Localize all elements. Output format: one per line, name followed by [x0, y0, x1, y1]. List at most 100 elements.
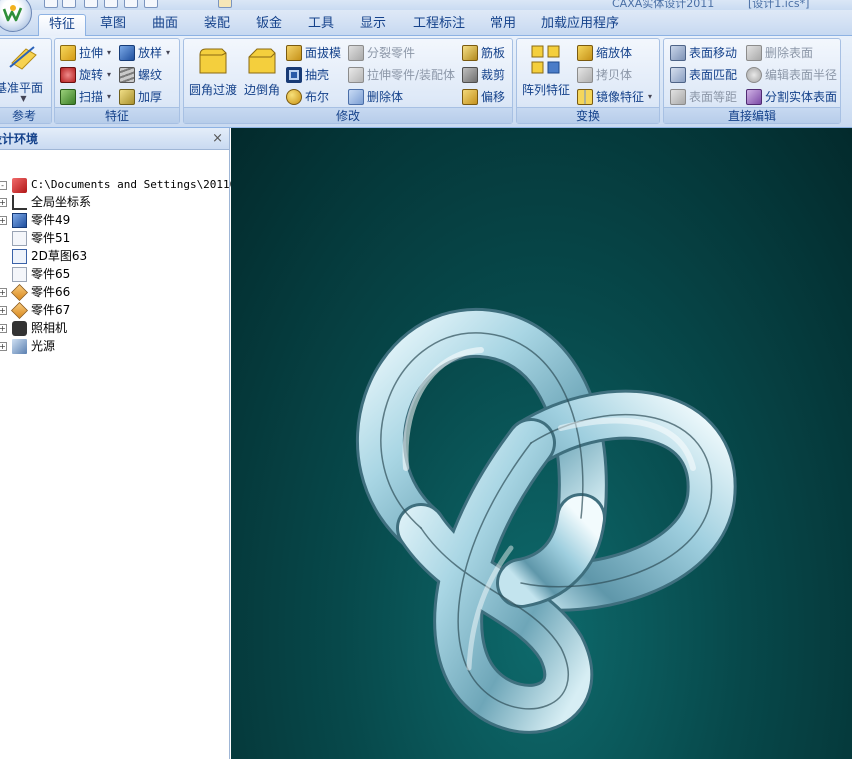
- tree-item[interactable]: 2D草图63: [0, 247, 87, 265]
- equidistant-face-button[interactable]: 表面等距: [670, 87, 737, 107]
- surface-part-icon: [11, 301, 28, 319]
- chamfer-button[interactable]: 边倒角: [240, 43, 284, 98]
- loft-button[interactable]: 放样 ▾: [119, 43, 170, 63]
- expand-icon[interactable]: +: [0, 287, 7, 297]
- tab-assembly[interactable]: 装配: [196, 14, 238, 36]
- mirror-feature-button[interactable]: 镜像特征 ▾: [577, 87, 652, 107]
- tree-item-label: C:\Documents and Settings\20110726': [31, 178, 263, 191]
- design-root-icon: [12, 177, 27, 193]
- close-icon[interactable]: ×: [212, 128, 223, 150]
- match-face-icon: [670, 67, 686, 83]
- tree-item[interactable]: + 照相机: [0, 319, 67, 337]
- shell-button[interactable]: 抽壳: [286, 65, 329, 85]
- scale-body-button[interactable]: 缩放体: [577, 43, 632, 63]
- tab-drawing-annotation[interactable]: 工程标注: [408, 14, 470, 36]
- tab-addins[interactable]: 加载应用程序: [538, 14, 622, 36]
- tree-item[interactable]: + 零件66: [0, 283, 70, 301]
- thread-button[interactable]: 螺纹: [119, 65, 162, 85]
- tab-common[interactable]: 常用: [482, 14, 524, 36]
- redo-icon[interactable]: [144, 0, 158, 8]
- title-bar: CAXA实体设计2011 [设计1.ics*]: [0, 0, 852, 10]
- group-modify: 圆角过渡 边倒角 面拔模 抽壳 布尔 分裂零件 拉伸零件/装配体 删除体 筋板 …: [183, 38, 513, 124]
- tab-tools[interactable]: 工具: [300, 14, 342, 36]
- print-icon[interactable]: [104, 0, 118, 8]
- tree-item[interactable]: - C:\Documents and Settings\20110726': [0, 176, 263, 194]
- expand-icon[interactable]: +: [0, 341, 7, 351]
- tree-item[interactable]: + 零件49: [0, 211, 70, 229]
- copy-body-button[interactable]: 拷贝体: [577, 65, 632, 85]
- tree-item[interactable]: 零件65: [0, 265, 70, 283]
- scale-body-icon: [577, 45, 593, 61]
- datum-plane-button[interactable]: 基准平面 ▼: [0, 41, 49, 103]
- split-solid-face-button[interactable]: 分割实体表面: [746, 87, 837, 107]
- tab-surface[interactable]: 曲面: [144, 14, 186, 36]
- tree-item[interactable]: + 全局坐标系: [0, 193, 91, 211]
- tree-item[interactable]: 零件51: [0, 229, 70, 247]
- fillet-button[interactable]: 圆角过渡: [186, 43, 240, 98]
- group-label-direct-edit: 直接编辑: [664, 107, 840, 123]
- group-transform: 阵列特征 缩放体 拷贝体 镜像特征 ▾ 变换: [516, 38, 660, 124]
- group-feature: 拉伸 ▾ 放样 ▾ 旋转 ▾ 螺纹 扫描 ▾ 加厚 特征: [54, 38, 180, 124]
- edit-face-radius-button[interactable]: 编辑表面半径: [746, 65, 837, 85]
- expand-icon[interactable]: +: [0, 215, 7, 225]
- camera-icon: [12, 320, 27, 336]
- move-face-icon: [670, 45, 686, 61]
- open-file-icon[interactable]: [62, 0, 76, 8]
- tab-display[interactable]: 显示: [352, 14, 394, 36]
- chevron-down-icon: ▾: [107, 48, 112, 57]
- sweep-button[interactable]: 扫描 ▾: [60, 87, 111, 107]
- split-part-button[interactable]: 分裂零件: [348, 43, 415, 63]
- tree-item-label: 零件66: [31, 285, 71, 299]
- quick-access-icon[interactable]: [218, 0, 232, 8]
- rib-button[interactable]: 筋板: [462, 43, 505, 63]
- new-file-icon[interactable]: [44, 0, 58, 8]
- group-direct-edit: 表面移动 表面匹配 表面等距 删除表面 编辑表面半径 分割实体表面 直接编辑: [663, 38, 841, 124]
- chevron-down-icon: ▾: [648, 92, 653, 101]
- expand-icon[interactable]: +: [0, 197, 7, 207]
- tab-feature[interactable]: 特征: [38, 14, 86, 37]
- group-label-transform: 变换: [517, 107, 659, 123]
- trim-icon: [462, 67, 478, 83]
- extrude-button[interactable]: 拉伸 ▾: [60, 43, 111, 63]
- save-icon[interactable]: [84, 0, 98, 8]
- delete-body-button[interactable]: 删除体: [348, 87, 403, 107]
- sketch-2d-icon: [12, 248, 27, 264]
- tree-item[interactable]: + 光源: [0, 337, 55, 355]
- trim-button[interactable]: 裁剪: [462, 65, 505, 85]
- collapse-icon[interactable]: -: [0, 180, 7, 190]
- revolve-button[interactable]: 旋转 ▾: [60, 65, 111, 85]
- tree-item-label: 2D草图63: [31, 249, 88, 263]
- tree-item[interactable]: + 零件67: [0, 301, 70, 319]
- sketch-part-icon: [12, 266, 27, 282]
- thicken-button[interactable]: 加厚: [119, 87, 162, 107]
- draft-face-button[interactable]: 面拔模: [286, 43, 341, 63]
- chevron-down-icon: ▾: [166, 48, 171, 57]
- delete-face-button[interactable]: 删除表面: [746, 43, 813, 63]
- delete-body-icon: [348, 89, 364, 105]
- boolean-button[interactable]: 布尔: [286, 87, 329, 107]
- match-face-button[interactable]: 表面匹配: [670, 65, 737, 85]
- copy-body-icon: [577, 67, 593, 83]
- undo-icon[interactable]: [124, 0, 138, 8]
- extrude-to-part-button[interactable]: 拉伸零件/装配体: [348, 65, 455, 85]
- split-part-icon: [348, 45, 364, 61]
- chamfer-icon: [248, 48, 276, 74]
- pattern-feature-button[interactable]: 阵列特征: [519, 43, 573, 98]
- expand-icon[interactable]: +: [0, 305, 7, 315]
- light-icon: [12, 338, 27, 354]
- 3d-viewport[interactable]: [231, 128, 852, 759]
- extrude-to-part-icon: [348, 67, 364, 83]
- expand-icon[interactable]: +: [0, 323, 7, 333]
- design-environment-panel: 设计环境 × - C:\Documents and Settings\201107…: [0, 128, 263, 759]
- sketch-part-icon: [12, 230, 27, 246]
- tab-sketch[interactable]: 草图: [92, 14, 134, 36]
- extrude-icon: [60, 45, 76, 61]
- chevron-down-icon: ▾: [107, 70, 112, 79]
- offset-icon: [462, 89, 478, 105]
- move-face-button[interactable]: 表面移动: [670, 43, 737, 63]
- tree-item-label: 零件51: [31, 231, 71, 245]
- tab-sheet-metal[interactable]: 钣金: [248, 14, 290, 36]
- offset-button[interactable]: 偏移: [462, 87, 505, 107]
- trefoil-knot-model[interactable]: [231, 128, 852, 759]
- loft-icon: [119, 45, 135, 61]
